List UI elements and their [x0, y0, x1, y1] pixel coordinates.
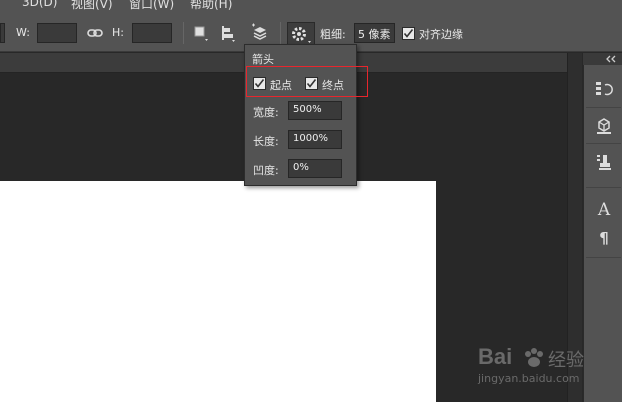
- cube-icon: [597, 118, 611, 134]
- geometry-options-button[interactable]: [287, 22, 315, 46]
- tool-preset-stub[interactable]: [0, 23, 5, 43]
- arrow-width-label: 宽度:: [253, 106, 279, 119]
- watermark-url: jingyan.baidu.com: [478, 372, 580, 385]
- gear-icon: [292, 27, 311, 43]
- separator: [280, 22, 281, 44]
- link-icon[interactable]: [87, 25, 105, 45]
- panel-divider: [586, 187, 621, 188]
- arrow-width-field[interactable]: 500%: [288, 101, 342, 120]
- weight-field[interactable]: 5 像素: [354, 23, 395, 43]
- path-alignment-icon[interactable]: [219, 23, 237, 43]
- panel-divider: [586, 107, 621, 108]
- menu-help[interactable]: 帮助(H): [190, 0, 232, 12]
- weight-label: 粗细:: [320, 28, 346, 41]
- path-operations-icon[interactable]: [192, 23, 210, 43]
- paragraph-panel-button[interactable]: ¶: [590, 225, 618, 251]
- arrow-length-label: 长度:: [253, 135, 279, 148]
- watermark-brand-cn: 经验: [548, 350, 584, 371]
- watermark-brand: Bai: [478, 344, 513, 369]
- width-field[interactable]: [37, 23, 77, 43]
- 3d-panel-button[interactable]: [590, 113, 618, 139]
- collapse-panels-icon: [606, 55, 616, 63]
- align-edges-checkbox[interactable]: [402, 27, 415, 40]
- clone-source-panel-button[interactable]: [590, 149, 618, 175]
- paw-logo-icon: [525, 348, 543, 367]
- baidu-jingyan-watermark: Bai 经验 jingyan.baidu.com: [478, 340, 618, 390]
- align-edges-label: 对齐边缘: [419, 28, 463, 41]
- panel-dock-header[interactable]: [583, 53, 622, 65]
- history-icon: [596, 82, 613, 96]
- panel-divider: [586, 257, 621, 258]
- document-canvas[interactable]: [0, 181, 436, 402]
- arrowheads-title: 箭头: [252, 53, 274, 66]
- character-panel-button[interactable]: A: [590, 197, 618, 223]
- arrow-concavity-field[interactable]: 0%: [288, 159, 342, 178]
- menu-window[interactable]: 窗口(W): [129, 0, 174, 12]
- separator: [183, 22, 184, 44]
- path-arrangement-icon[interactable]: [250, 23, 268, 43]
- annotation-highlight-box: [246, 66, 368, 97]
- menu-view[interactable]: 视图(V): [71, 0, 113, 12]
- height-field[interactable]: [132, 23, 172, 43]
- history-panel-button[interactable]: [590, 77, 618, 103]
- menu-bar: 3D(D) 视图(V) 窗口(W) 帮助(H): [0, 0, 622, 12]
- menu-3d[interactable]: 3D(D): [22, 0, 57, 9]
- height-label: H:: [112, 26, 124, 39]
- width-label: W:: [16, 26, 30, 39]
- panel-divider: [586, 143, 621, 144]
- clone-stamp-icon: [597, 155, 611, 170]
- arrow-concavity-label: 凹度:: [253, 164, 279, 177]
- arrow-length-field[interactable]: 1000%: [288, 130, 342, 149]
